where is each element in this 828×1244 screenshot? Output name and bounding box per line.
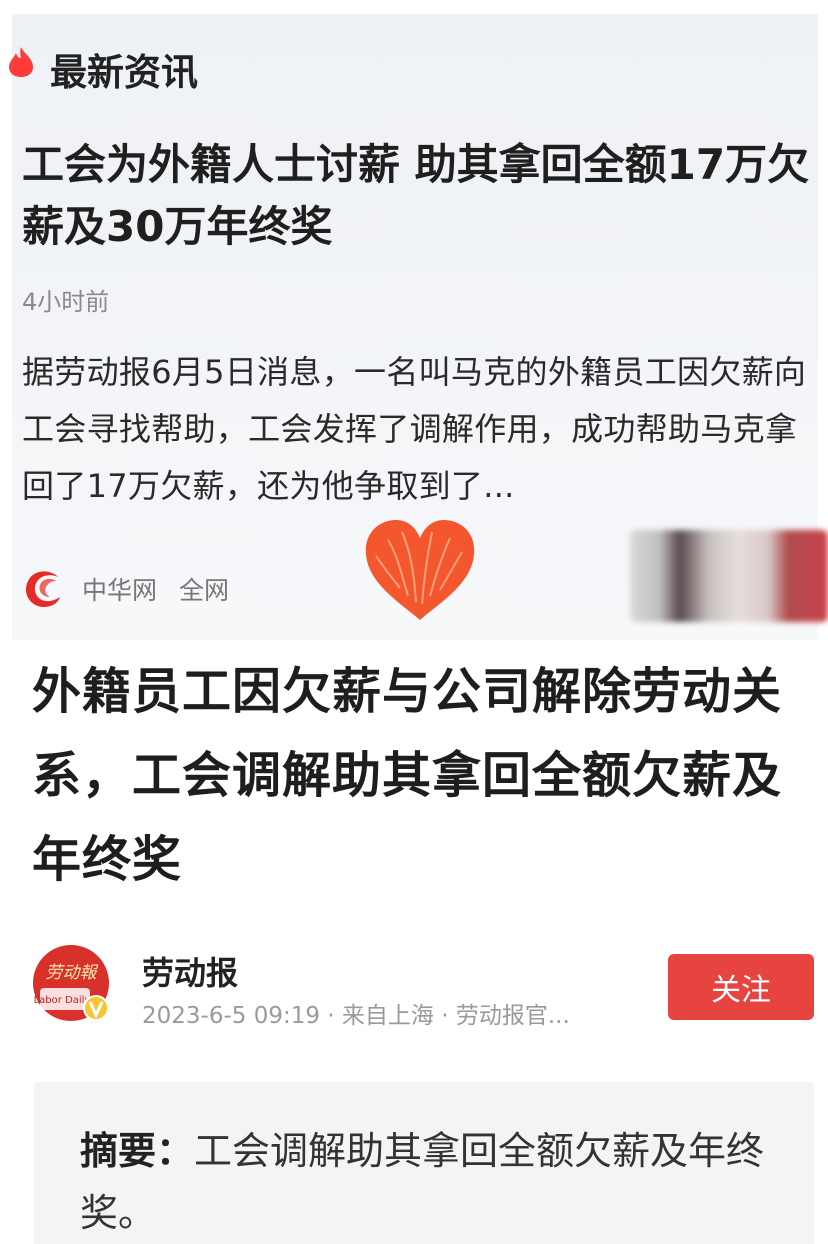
svg-text:Labor Daily: Labor Daily <box>34 995 91 1006</box>
abstract-box: 摘要：工会调解助其拿回全额欠薪及年终奖。 <box>34 1082 814 1244</box>
section-title: 最新资讯 <box>50 51 198 94</box>
article-title: 外籍员工因欠薪与公司解除劳动关系，工会调解助其拿回全额欠薪及年终奖 <box>32 663 783 888</box>
abstract: 摘要：工会调解助其拿回全额欠薪及年终奖。 <box>80 1120 800 1244</box>
redaction-mosaic <box>630 530 828 622</box>
news-summary[interactable]: 据劳动报6月5日消息，一名叫马克的外籍员工因欠薪向工会寻找帮助，工会发挥了调解作… <box>22 344 822 515</box>
svg-text:劳动報: 劳动報 <box>46 963 99 983</box>
source-row: 中华网 全网 <box>20 562 229 616</box>
author-meta: 2023-6-5 09:19 · 来自上海 · 劳动报官... <box>142 1003 570 1029</box>
heart-sticker-icon <box>365 520 475 620</box>
follow-button[interactable]: 关注 <box>668 954 814 1020</box>
flame-icon <box>9 47 33 77</box>
source-name[interactable]: 中华网 <box>82 571 157 607</box>
abstract-label: 摘要： <box>80 1129 195 1173</box>
source-scope: 全网 <box>179 576 230 605</box>
laodongbao-logo-icon[interactable]: 劳动報 Labor Daily <box>32 944 110 1022</box>
zhonghua-logo-icon <box>25 571 60 607</box>
timestamp: 4小时前 <box>22 288 110 316</box>
news-headline[interactable]: 工会为外籍人士讨薪 助其拿回全额17万欠薪及30万年终奖 <box>22 134 822 258</box>
author-row: 劳动報 Labor Daily 劳动报 2023-6-5 09:19 · 来自上… <box>32 940 816 1040</box>
author-name[interactable]: 劳动报 <box>142 948 238 994</box>
